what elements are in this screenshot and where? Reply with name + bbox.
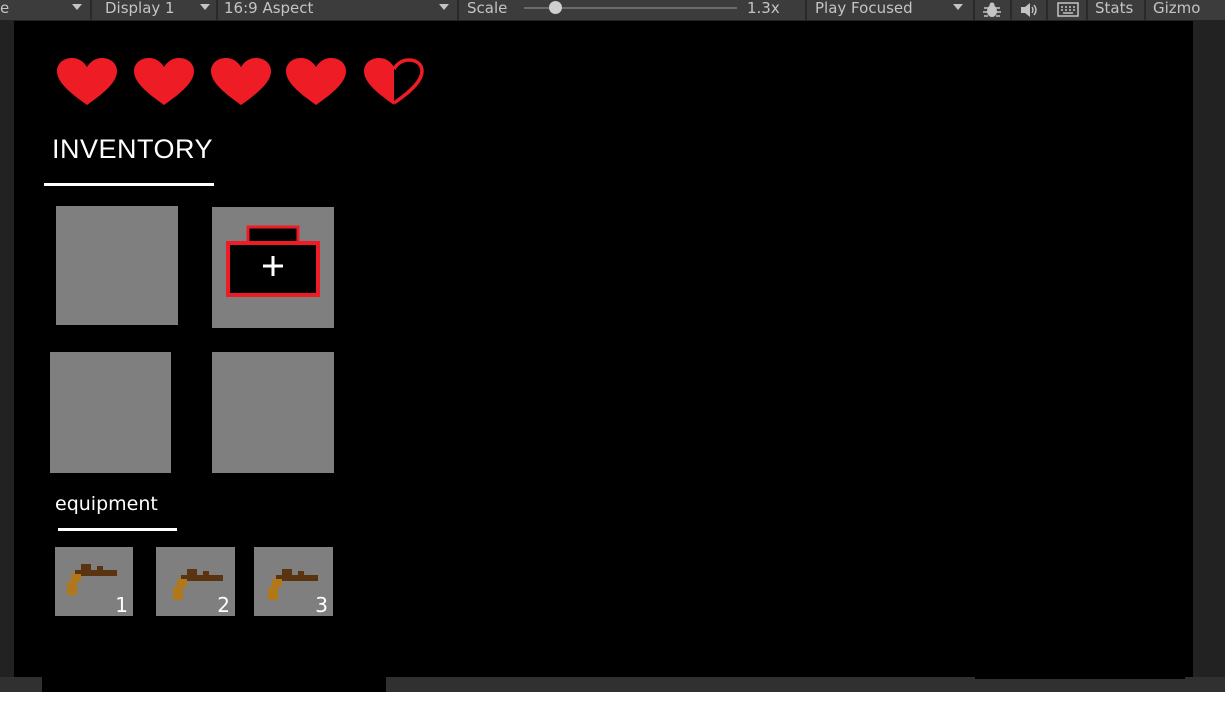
equipment-slot-1[interactable]: 1 xyxy=(55,547,133,616)
debug-bug-icon[interactable] xyxy=(982,1,1002,19)
equipment-slot-number: 1 xyxy=(115,593,128,617)
keyboard-shortcuts-icon[interactable] xyxy=(1057,1,1079,18)
equipment-underline xyxy=(58,528,177,531)
pistol-icon xyxy=(67,564,117,595)
editor-frame-right xyxy=(1193,21,1225,677)
display-dropdown-caret-icon[interactable] xyxy=(200,4,210,10)
view-dropdown-caret-icon[interactable] xyxy=(72,4,82,10)
equipment-slot-2[interactable]: 2 xyxy=(156,547,235,616)
scale-slider-thumb[interactable] xyxy=(549,1,562,14)
equipment-title: equipment xyxy=(55,493,158,515)
pistol-icon xyxy=(268,569,318,600)
viewport-bottom-edge-right xyxy=(975,677,1185,679)
viewport-bottom-edge xyxy=(42,677,386,692)
inventory-underline xyxy=(44,183,214,186)
heart-full-icon xyxy=(134,58,194,105)
display-dropdown[interactable]: Display 1 xyxy=(105,0,175,20)
inventory-slot-1[interactable] xyxy=(56,206,178,325)
inventory-slot-2[interactable] xyxy=(212,207,334,328)
aspect-dropdown[interactable]: 16:9 Aspect xyxy=(224,0,313,20)
equipment-slot-number: 2 xyxy=(217,593,230,617)
scale-value: 1.3x xyxy=(747,0,780,17)
editor-frame-left xyxy=(0,21,14,677)
inventory-slot-4[interactable] xyxy=(212,352,334,473)
scale-label: Scale xyxy=(467,0,508,17)
view-dropdown-label[interactable]: e xyxy=(0,0,9,20)
medkit-icon xyxy=(226,225,320,297)
play-mode-dropdown[interactable]: Play Focused xyxy=(815,0,913,20)
equipment-slot-3[interactable]: 3 xyxy=(254,547,333,616)
heart-half-icon xyxy=(364,58,424,105)
heart-full-icon xyxy=(286,58,346,105)
game-view-toolbar: e Display 1 16:9 Aspect Scale 1.3x Play … xyxy=(0,0,1225,21)
heart-full-icon xyxy=(211,58,271,105)
play-mode-caret-icon[interactable] xyxy=(953,4,963,10)
aspect-dropdown-caret-icon[interactable] xyxy=(439,4,449,10)
heart-full-icon xyxy=(57,58,117,105)
stats-button[interactable]: Stats xyxy=(1095,0,1133,20)
mute-audio-icon[interactable] xyxy=(1019,1,1039,19)
gizmos-button[interactable]: Gizmo xyxy=(1153,0,1200,20)
equipment-slot-number: 3 xyxy=(315,593,328,617)
inventory-title: INVENTORY xyxy=(52,134,214,164)
inventory-slot-3[interactable] xyxy=(50,352,171,473)
